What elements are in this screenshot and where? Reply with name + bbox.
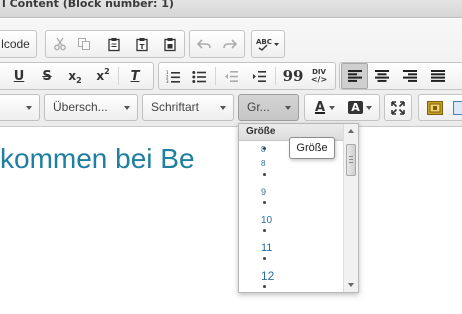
- paste-word-icon[interactable]: [158, 31, 182, 57]
- list-bullet-icon: [263, 147, 266, 150]
- scroll-down-icon[interactable]: [348, 283, 354, 287]
- text-color-button[interactable]: A: [309, 95, 341, 120]
- format-combo[interactable]: Übersch...: [44, 94, 138, 121]
- undo-icon[interactable]: [192, 31, 216, 57]
- superscript-index: 2: [104, 66, 110, 76]
- font-combo-label: Schriftart: [151, 100, 200, 114]
- subscript-button[interactable]: x2: [63, 63, 87, 89]
- background-color-button[interactable]: A: [343, 95, 377, 120]
- chevron-down-icon: [329, 105, 336, 110]
- undo-group: [189, 30, 245, 58]
- scroll-up-icon[interactable]: [348, 129, 354, 133]
- list-bullet-icon: [263, 257, 266, 260]
- div-container-button[interactable]: DIV </>: [307, 63, 331, 89]
- svg-text:3: 3: [166, 79, 169, 83]
- size-tooltip: Größe: [289, 137, 335, 159]
- basic-styles-group: U S x2 x2 T: [0, 62, 154, 90]
- color-group: A A: [304, 94, 380, 121]
- size-option-9[interactable]: 9: [261, 187, 266, 197]
- separator: [275, 67, 276, 85]
- format-combo-label: Übersch...: [53, 100, 108, 114]
- list-group: 123 99 DIV </>: [158, 62, 336, 90]
- font-combo[interactable]: Schriftart: [142, 94, 234, 121]
- align-center-icon[interactable]: [370, 63, 394, 89]
- div-brackets: </>: [310, 75, 328, 84]
- paste-text-icon[interactable]: T: [130, 31, 154, 57]
- subscript-index: 2: [76, 75, 82, 85]
- size-option-11[interactable]: 11: [261, 242, 272, 254]
- subscript-label: x: [68, 69, 77, 83]
- chevron-down-icon: [124, 106, 130, 110]
- source-button[interactable]: lcode: [0, 31, 36, 57]
- indent-icon[interactable]: [247, 63, 271, 89]
- strikethrough-button[interactable]: S: [35, 63, 59, 89]
- separator: [215, 67, 216, 85]
- dropdown-scrollbar[interactable]: [343, 124, 358, 292]
- size-combo-label: Gr...: [247, 100, 270, 114]
- size-option-12[interactable]: 12: [261, 269, 274, 283]
- size-option-10[interactable]: 10: [261, 215, 272, 226]
- image-icon[interactable]: [449, 95, 462, 120]
- list-bullet-icon: [263, 285, 266, 288]
- list-bullet-icon: [263, 173, 266, 176]
- editor-content-heading[interactable]: kommen bei Be: [0, 143, 195, 175]
- chevron-down-icon: [26, 106, 32, 110]
- media-embed-icon[interactable]: [423, 95, 447, 120]
- chevron-down-icon: [220, 106, 226, 110]
- chevron-down-icon: [285, 106, 291, 110]
- align-justify-icon[interactable]: [426, 63, 450, 89]
- copy-icon[interactable]: [72, 31, 96, 57]
- window-title: l Content (Block number: 1): [0, 0, 462, 18]
- clipboard-group: T: [45, 30, 185, 58]
- list-bullet-icon: [263, 201, 266, 204]
- separator: [118, 67, 119, 85]
- spellcheck-group: ABC: [251, 30, 285, 58]
- svg-text:T: T: [140, 43, 145, 51]
- spellcheck-icon[interactable]: ABC: [253, 31, 283, 57]
- superscript-label: x: [96, 69, 105, 83]
- svg-text:ABC: ABC: [256, 38, 272, 46]
- align-right-icon[interactable]: [398, 63, 422, 89]
- outdent-icon[interactable]: [219, 63, 243, 89]
- scrollbar-thumb[interactable]: [346, 144, 356, 176]
- blockquote-button[interactable]: 99: [281, 63, 305, 89]
- text-color-label: A: [314, 100, 326, 115]
- chevron-down-icon: [365, 105, 372, 110]
- cut-icon[interactable]: [48, 31, 72, 57]
- bulleted-list-icon[interactable]: [187, 63, 211, 89]
- list-bullet-icon: [263, 229, 266, 232]
- remove-format-button[interactable]: T: [123, 63, 147, 89]
- remove-format-label: T: [130, 68, 140, 84]
- underline-button[interactable]: U: [7, 63, 31, 89]
- redo-icon[interactable]: [218, 31, 242, 57]
- align-left-icon[interactable]: [341, 63, 368, 89]
- maximize-group: [384, 94, 412, 121]
- numbered-list-icon[interactable]: 123: [161, 63, 185, 89]
- source-group: lcode: [0, 30, 37, 58]
- alignment-group: [339, 62, 462, 90]
- paste-icon[interactable]: [102, 31, 126, 57]
- superscript-button[interactable]: x2: [91, 63, 115, 89]
- maximize-icon[interactable]: [386, 95, 410, 120]
- size-option-8[interactable]: 8: [261, 159, 265, 168]
- size-combo[interactable]: Gr...: [238, 94, 299, 121]
- plugins-group: [418, 94, 462, 121]
- styles-combo[interactable]: [0, 94, 40, 121]
- background-color-label: A: [348, 101, 363, 114]
